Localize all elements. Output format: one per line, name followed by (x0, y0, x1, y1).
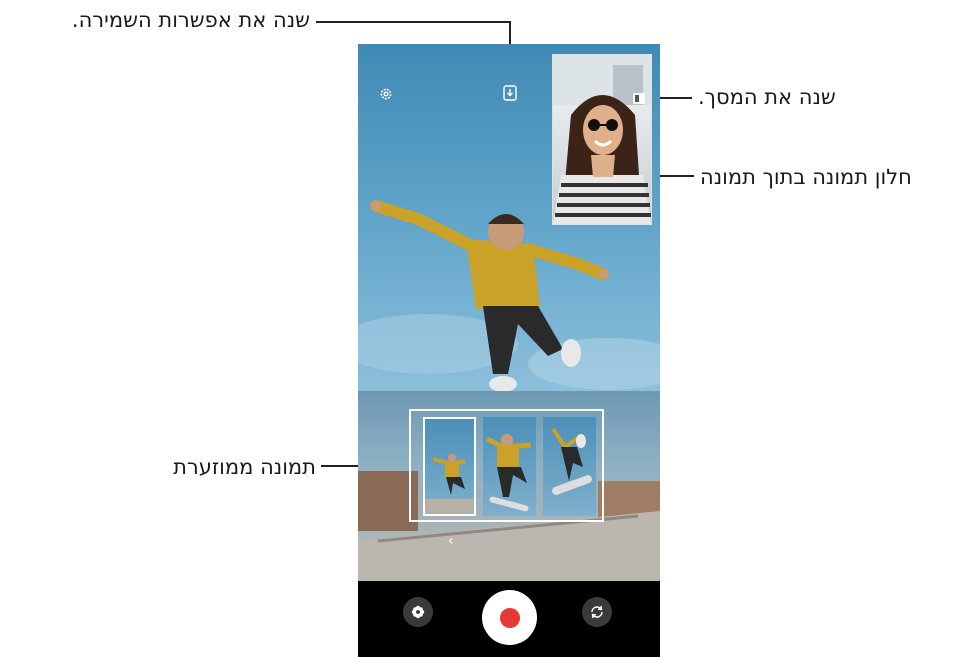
callout-line-save (316, 21, 511, 23)
callout-thumbnail: תמונה ממוזערת (173, 455, 316, 479)
effects-icon[interactable] (403, 597, 433, 627)
flip-camera-icon[interactable] (582, 597, 612, 627)
gear-icon[interactable] (379, 87, 393, 101)
callout-save-option: שנה את אפשרות השמירה. (71, 8, 310, 32)
callout-change-screen: שנה את המסך. (698, 85, 836, 109)
thumbnail-item[interactable] (483, 417, 536, 516)
viewfinder[interactable] (358, 44, 660, 391)
callout-pip-window: חלון תמונה בתוך תמונה (700, 165, 912, 189)
camera-screen: ‹ (358, 44, 660, 657)
pip-window[interactable] (552, 54, 652, 225)
control-bar (358, 581, 660, 657)
selfie-image (553, 55, 651, 224)
thumbnail-item[interactable] (423, 417, 476, 516)
thumbnail-item[interactable] (543, 417, 596, 516)
download-icon[interactable] (503, 85, 517, 101)
thumbnail-strip (409, 409, 604, 522)
switch-screen-icon[interactable] (633, 93, 645, 104)
record-button[interactable] (482, 590, 537, 645)
back-arrow-icon[interactable]: ‹ (448, 533, 454, 549)
